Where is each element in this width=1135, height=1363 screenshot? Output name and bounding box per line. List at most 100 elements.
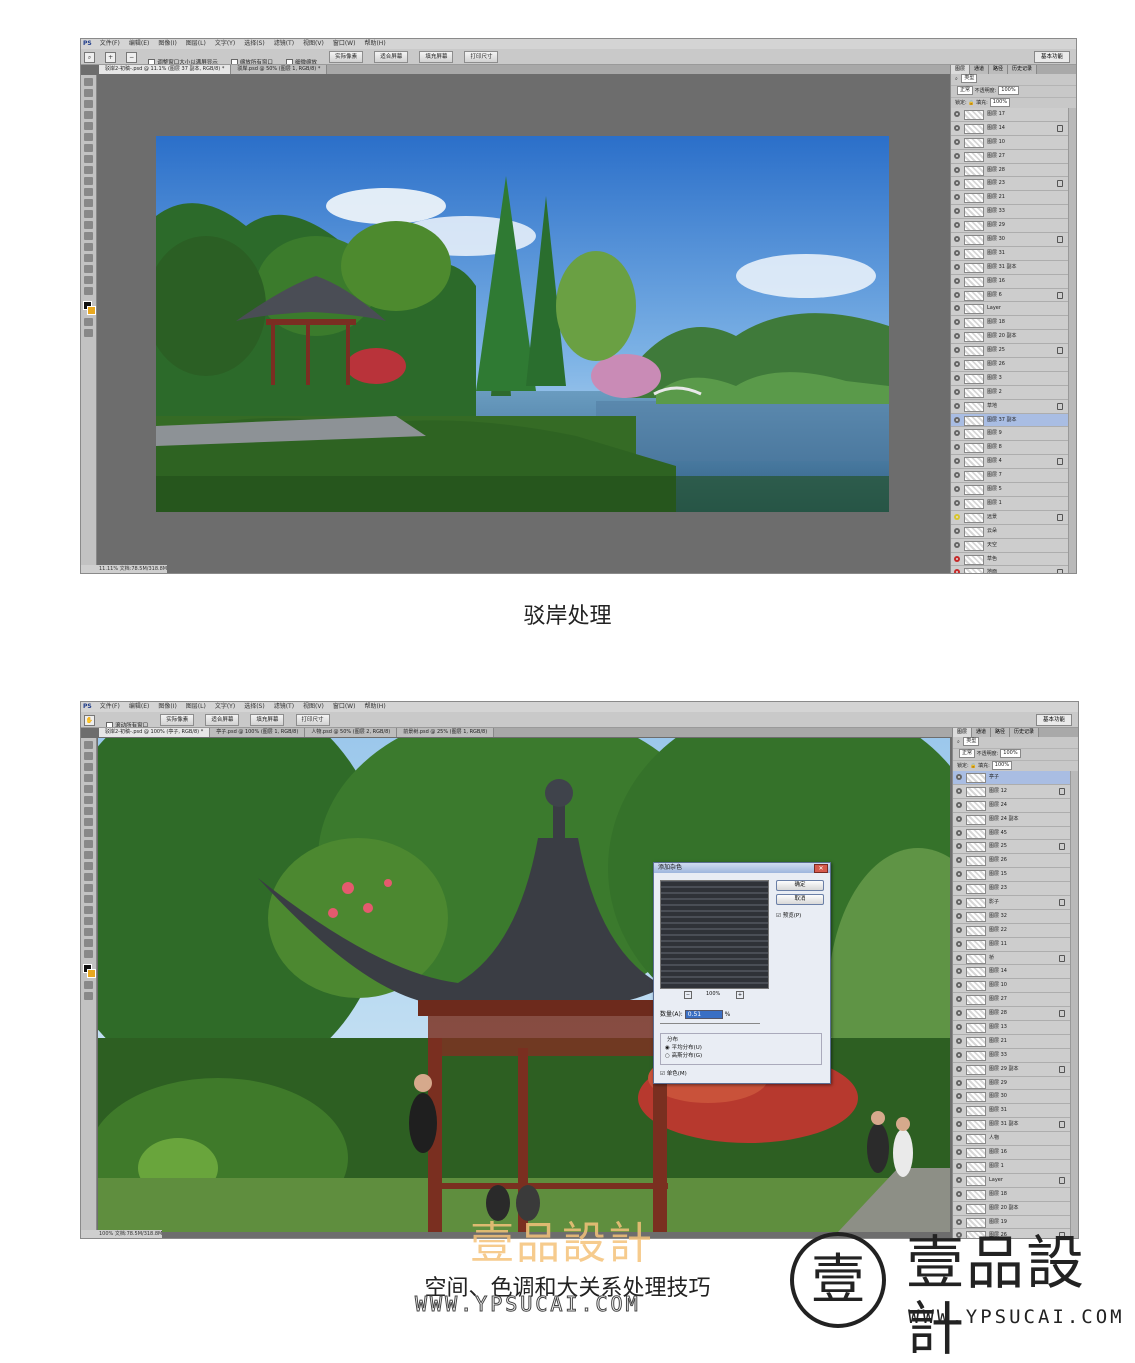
document-canvas[interactable] <box>156 136 889 512</box>
visibility-eye-icon[interactable] <box>954 486 960 493</box>
blend-mode-select[interactable]: 正常 <box>959 749 976 758</box>
zoom-in-icon[interactable]: + <box>105 52 117 63</box>
visibility-eye-icon[interactable] <box>956 912 962 919</box>
layer-row[interactable]: 图层 26 <box>951 358 1068 372</box>
document-tab[interactable]: 驳岸.psd @ 50% (图层 1, RGB/8) * <box>231 65 328 74</box>
layer-row[interactable]: 云朵 <box>951 524 1068 539</box>
layer-row[interactable]: 图层 20 副本 <box>951 330 1068 345</box>
tab-layers[interactable]: 图层 <box>953 728 973 737</box>
menu-item[interactable]: 文件(F) <box>100 703 120 710</box>
dodge-tool-icon[interactable] <box>84 221 93 229</box>
visibility-eye-icon[interactable] <box>954 222 960 229</box>
scroll-all-checkbox[interactable]: 滚动所有窗口 <box>106 719 148 727</box>
layer-row[interactable]: 图层 10 <box>951 135 1068 150</box>
blur-tool-icon[interactable] <box>84 873 93 881</box>
layer-row[interactable]: 图层 6 <box>951 288 1068 303</box>
visibility-eye-icon[interactable] <box>956 996 962 1003</box>
blend-mode-select[interactable]: 正常 <box>957 86 974 95</box>
visibility-eye-icon[interactable] <box>954 402 960 409</box>
visibility-eye-icon[interactable] <box>956 1024 962 1031</box>
visibility-eye-icon[interactable] <box>954 513 960 520</box>
tab-channels[interactable]: 通道 <box>972 728 992 737</box>
visibility-eye-icon[interactable] <box>954 277 960 284</box>
layer-row[interactable]: 亭子 <box>953 771 1070 785</box>
layer-row[interactable]: Layer <box>951 302 1068 317</box>
magic-wand-icon[interactable] <box>84 774 93 782</box>
visibility-eye-icon[interactable] <box>954 444 960 451</box>
layer-row[interactable]: 图层 11 <box>953 937 1070 952</box>
magic-wand-icon[interactable] <box>84 111 93 119</box>
workspace-select[interactable]: 基本功能 <box>1035 714 1072 726</box>
hand-icon[interactable]: ✋ <box>84 715 95 726</box>
eraser-icon[interactable] <box>84 188 93 196</box>
layer-row[interactable]: 图层 18 <box>951 316 1068 331</box>
crop-tool-icon[interactable] <box>84 785 93 793</box>
crop-tool-icon[interactable] <box>84 122 93 130</box>
layer-row[interactable]: 图层 31 <box>951 246 1068 261</box>
layer-row[interactable]: 图层 28 <box>951 163 1068 178</box>
clone-stamp-icon[interactable] <box>84 829 93 837</box>
visibility-eye-icon[interactable] <box>956 1065 962 1072</box>
visibility-eye-icon[interactable] <box>954 180 960 187</box>
visibility-eye-icon[interactable] <box>954 499 960 506</box>
layer-row[interactable]: 图层 29 <box>953 1076 1070 1091</box>
visibility-eye-icon[interactable] <box>956 1037 962 1044</box>
opacity-field[interactable]: 100% <box>1000 749 1021 758</box>
gradient-tool-icon[interactable] <box>84 199 93 207</box>
hand-tool-icon[interactable] <box>84 939 93 947</box>
layer-row[interactable]: 图层 28 <box>953 1007 1070 1022</box>
visibility-eye-icon[interactable] <box>954 541 960 548</box>
zoom-tool-icon[interactable] <box>84 287 93 295</box>
document-tab[interactable]: 亭子.psd @ 100% (图层 1, RGB/8) <box>210 728 306 737</box>
layer-row[interactable]: 图层 7 <box>951 469 1068 484</box>
fit-screen-button[interactable]: 适合屏幕 <box>374 51 409 63</box>
layer-row[interactable]: 图层 37 副本 <box>951 413 1068 428</box>
visibility-eye-icon[interactable] <box>956 885 962 892</box>
workspace-select[interactable]: 基本功能 <box>1033 51 1070 63</box>
type-tool-icon[interactable] <box>84 243 93 251</box>
menu-item[interactable]: 窗口(W) <box>333 703 356 710</box>
layer-row[interactable]: 图层 5 <box>951 483 1068 497</box>
tab-channels[interactable]: 通道 <box>970 65 990 74</box>
history-brush-icon[interactable] <box>84 840 93 848</box>
menu-item[interactable]: 编辑(E) <box>129 703 149 710</box>
lock-icon[interactable]: 🔒 <box>970 763 976 769</box>
layer-row[interactable]: 图层 25 <box>953 840 1070 855</box>
layer-row[interactable]: 图层 20 副本 <box>953 1201 1070 1216</box>
layers-scrollbar[interactable] <box>1070 771 1078 1238</box>
print-size-button[interactable]: 打印尺寸 <box>295 714 330 726</box>
app-logo[interactable]: PS <box>83 703 92 710</box>
monochromatic-checkbox[interactable]: ☑ 单色(M) <box>660 1069 687 1077</box>
blur-tool-icon[interactable] <box>84 210 93 218</box>
amount-slider[interactable] <box>660 1023 760 1024</box>
layer-row[interactable]: 草色 <box>951 552 1068 567</box>
resize-windows-checkbox[interactable]: 调整窗口大小以满屏显示 <box>148 56 218 64</box>
visibility-eye-icon[interactable] <box>956 1121 962 1128</box>
menu-item[interactable]: 窗口(W) <box>333 40 356 47</box>
visibility-eye-icon[interactable] <box>956 968 962 975</box>
visibility-eye-icon[interactable] <box>956 1176 962 1183</box>
layer-row[interactable]: 图层 32 <box>953 909 1070 924</box>
visibility-eye-icon[interactable] <box>954 124 960 131</box>
history-brush-icon[interactable] <box>84 177 93 185</box>
visibility-eye-icon[interactable] <box>956 1051 962 1058</box>
layer-row[interactable]: 草地 <box>951 399 1068 414</box>
quick-mask-icon[interactable] <box>84 981 93 989</box>
eyedropper-icon[interactable] <box>84 796 93 804</box>
layer-row[interactable]: 图层 24 副本 <box>953 812 1070 827</box>
layer-row[interactable]: 图层 23 <box>951 177 1068 192</box>
layer-row[interactable]: 图层 33 <box>953 1048 1070 1063</box>
layer-row[interactable]: 地面 <box>951 566 1068 573</box>
layer-row[interactable]: Layer <box>953 1173 1070 1188</box>
tab-history[interactable]: 历史记录 <box>1008 65 1038 74</box>
layer-row[interactable]: 图层 10 <box>953 979 1070 994</box>
layer-row[interactable]: 图层 14 <box>953 965 1070 980</box>
type-tool-icon[interactable] <box>84 906 93 914</box>
background-color-swatch[interactable] <box>87 969 96 978</box>
cancel-button[interactable]: 取消 <box>776 894 824 905</box>
menu-item[interactable]: 文字(Y) <box>215 703 235 710</box>
layer-row[interactable]: 图层 23 <box>953 882 1070 897</box>
layer-row[interactable]: 图层 8 <box>951 441 1068 456</box>
visibility-eye-icon[interactable] <box>956 1162 962 1169</box>
layer-row[interactable]: 图层 18 <box>953 1187 1070 1202</box>
